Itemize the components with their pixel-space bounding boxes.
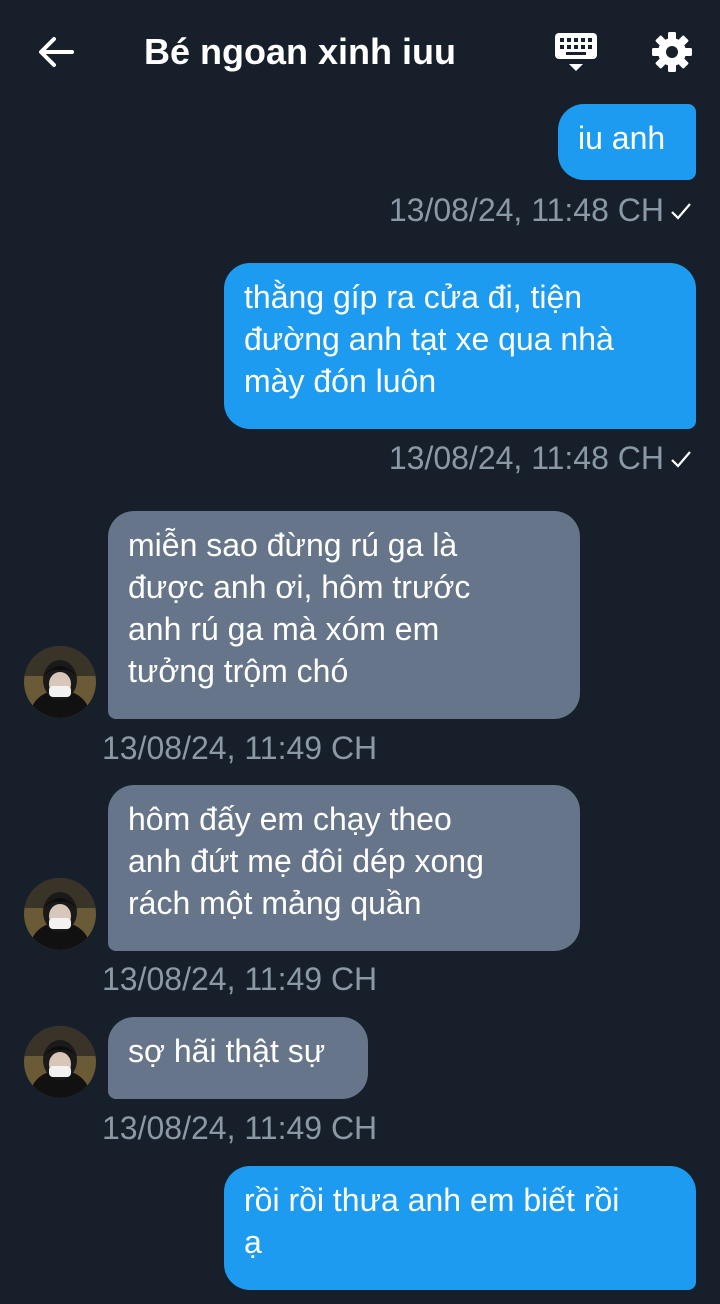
arrow-left-icon xyxy=(39,37,74,67)
gear-icon xyxy=(652,32,692,72)
message-bubble-sent[interactable]: rồi rồi thưa anh em biết rồi ạ xyxy=(224,1166,696,1290)
message-text: iu anh xyxy=(578,120,666,156)
avatar-image xyxy=(24,1026,96,1098)
message-text-line: thằng gíp ra cửa đi, tiện xyxy=(244,279,583,315)
back-button[interactable] xyxy=(32,28,80,76)
keyboard-button[interactable] xyxy=(552,28,600,76)
message-text-line: tưởng trộm chó xyxy=(128,653,349,689)
message-text-line: hôm đấy em chạy theo xyxy=(128,801,452,837)
message-bubble-sent[interactable]: thằng gíp ra cửa đi, tiện đường anh tạt … xyxy=(224,263,696,429)
avatar[interactable] xyxy=(24,878,96,950)
message-text-line: được anh ơi, hôm trước xyxy=(128,569,471,605)
avatar[interactable] xyxy=(24,1026,96,1098)
message-text-line: ạ xyxy=(244,1224,262,1260)
message-timestamp: 13/08/24, 11:49 CH xyxy=(102,961,378,997)
message-text-line: anh rú ga mà xóm em xyxy=(128,611,440,647)
message-text-line: đường anh tạt xe qua nhà xyxy=(244,321,614,357)
message-text-line: rách một mảng quần xyxy=(128,885,422,921)
message-timestamp: 13/08/24, 11:49 CH xyxy=(102,1110,378,1146)
message-bubble-received[interactable]: sợ hãi thật sự xyxy=(108,1017,368,1099)
message-timestamp: 13/08/24, 11:48 CH xyxy=(389,190,692,230)
avatar[interactable] xyxy=(24,646,96,718)
message-text-line: miễn sao đừng rú ga là xyxy=(128,527,458,563)
message-text-line: sợ hãi thật sự xyxy=(128,1033,326,1069)
message-timestamp: 13/08/24, 11:48 CH xyxy=(389,438,692,478)
message-text-line: rồi rồi thưa anh em biết rồi xyxy=(244,1182,620,1218)
chat-header: Bé ngoan xinh iuu xyxy=(0,0,720,104)
message-text-line: mày đón luôn xyxy=(244,363,437,399)
check-icon xyxy=(671,450,691,468)
chat-screen: Bé ngoan xinh iuu iu anh 13/08/24, 11:48… xyxy=(0,0,720,1304)
avatar-image xyxy=(24,646,96,718)
message-text-line: anh đứt mẹ đôi dép xong xyxy=(128,843,484,879)
conversation-title: Bé ngoan xinh iuu xyxy=(144,31,456,72)
message-bubble-received[interactable]: miễn sao đừng rú ga là được anh ơi, hôm … xyxy=(108,511,580,719)
settings-button[interactable] xyxy=(648,28,696,76)
message-bubble-received[interactable]: hôm đấy em chạy theo anh đứt mẹ đôi dép … xyxy=(108,785,580,951)
keyboard-icon xyxy=(555,33,597,71)
message-bubble-sent[interactable]: iu anh xyxy=(558,104,696,180)
check-icon xyxy=(671,202,691,220)
avatar-image xyxy=(24,878,96,950)
message-timestamp: 13/08/24, 11:49 CH xyxy=(102,730,378,766)
